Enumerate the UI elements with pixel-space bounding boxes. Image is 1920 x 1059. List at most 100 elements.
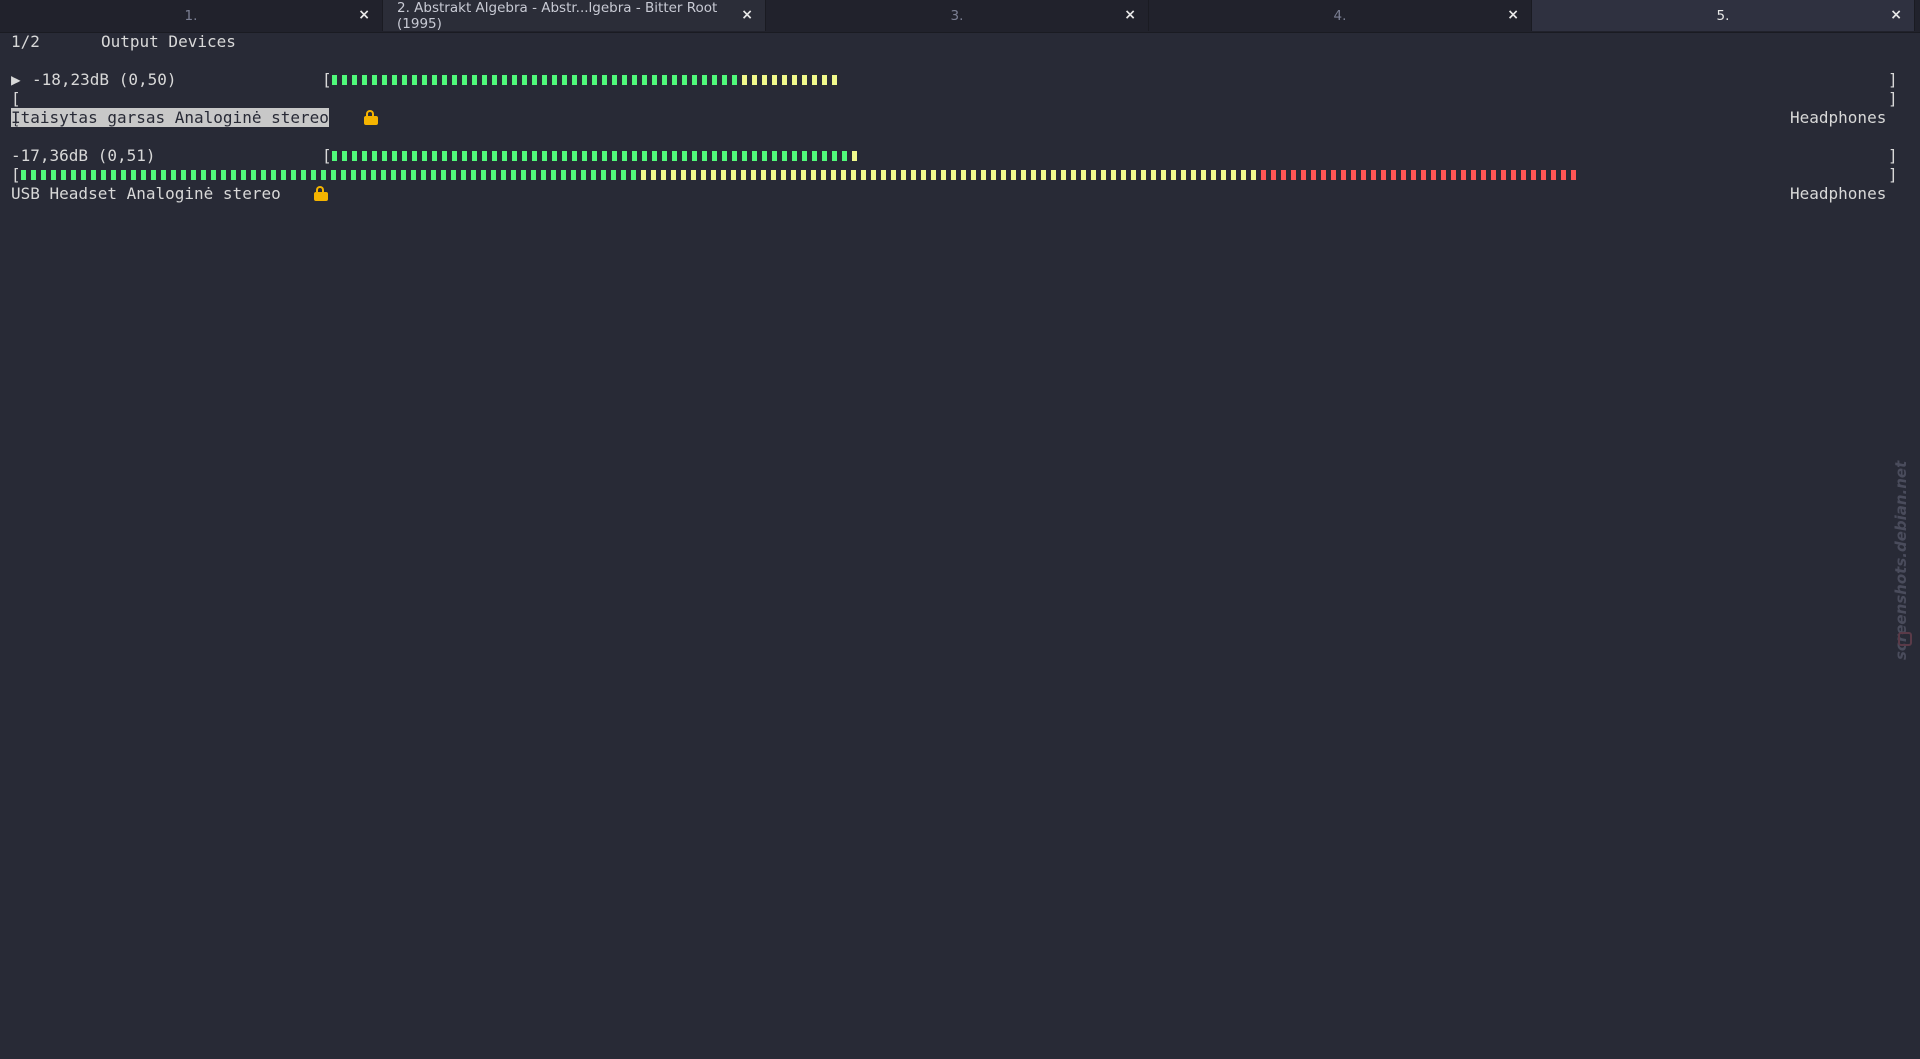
close-icon[interactable]: × — [1507, 7, 1519, 23]
meter-segment — [492, 151, 497, 161]
meter-segment — [71, 170, 76, 180]
meter-segment — [662, 75, 667, 85]
meter-segment — [1551, 170, 1556, 180]
meter-segment — [792, 151, 797, 161]
close-icon[interactable]: × — [741, 7, 753, 23]
meter-segment — [672, 75, 677, 85]
meter-segment — [51, 170, 56, 180]
meter-segment — [622, 151, 627, 161]
meter-segment — [522, 151, 527, 161]
meter-segment — [1561, 170, 1566, 180]
meter-segment — [1131, 170, 1136, 180]
meter-segment — [1291, 170, 1296, 180]
meter-segment — [772, 151, 777, 161]
meter-segment — [742, 151, 747, 161]
meter-segment — [1401, 170, 1406, 180]
meter-segment — [1341, 170, 1346, 180]
meter-segment — [462, 75, 467, 85]
lock-icon[interactable] — [314, 186, 328, 201]
meter-segment — [1211, 170, 1216, 180]
meter-segment — [722, 151, 727, 161]
meter-segment — [1051, 170, 1056, 180]
meter-segment — [171, 170, 176, 180]
meter-segment — [621, 170, 626, 180]
tab-4[interactable]: 4. × — [1149, 0, 1532, 31]
tab-1[interactable]: 1. × — [0, 0, 383, 31]
tab-5[interactable]: 5. × — [1532, 0, 1915, 31]
meter-segment — [822, 151, 827, 161]
meter-segment — [801, 170, 806, 180]
meter-segment — [1301, 170, 1306, 180]
meter-segment — [592, 151, 597, 161]
meter-segment — [752, 75, 757, 85]
meter-segment — [851, 170, 856, 180]
meter-segment — [961, 170, 966, 180]
close-icon[interactable]: × — [1890, 7, 1902, 23]
meter-segment — [402, 151, 407, 161]
device-name: Įtaisytas garsas Analoginė stereo — [11, 108, 329, 127]
meter-segment — [1251, 170, 1256, 180]
meter-segment — [611, 170, 616, 180]
meter-segment — [581, 170, 586, 180]
meter-segment — [311, 170, 316, 180]
volume-meter[interactable] — [332, 146, 1884, 165]
meter-segment — [91, 170, 96, 180]
device-name: USB Headset Analoginė stereo — [11, 184, 281, 203]
meter-segment — [482, 75, 487, 85]
close-icon[interactable]: × — [1124, 7, 1136, 23]
meter-segment — [842, 151, 847, 161]
tab-label: 3. — [950, 7, 964, 24]
selection-marker: ▶ — [11, 70, 21, 89]
meter-segment — [612, 151, 617, 161]
peak-meter — [21, 89, 1581, 108]
meter-segment — [181, 170, 186, 180]
volume-meter[interactable] — [332, 70, 1884, 89]
meter-segment — [841, 170, 846, 180]
meter-bracket-open: [ — [322, 146, 332, 165]
meter-segment — [742, 75, 747, 85]
meter-segment — [702, 151, 707, 161]
meter-segment — [1571, 170, 1576, 180]
meter-segment — [971, 170, 976, 180]
meter-segment — [712, 151, 717, 161]
meter-segment — [1311, 170, 1316, 180]
meter-segment — [811, 170, 816, 180]
meter-segment — [642, 75, 647, 85]
meter-segment — [1391, 170, 1396, 180]
meter-segment — [1481, 170, 1486, 180]
meter-segment — [392, 75, 397, 85]
close-icon[interactable]: × — [358, 7, 370, 23]
meter-segment — [1231, 170, 1236, 180]
meter-segment — [1141, 170, 1146, 180]
meter-segment — [782, 75, 787, 85]
meter-segment — [712, 75, 717, 85]
meter-segment — [1421, 170, 1426, 180]
meter-segment — [331, 170, 336, 180]
meter-segment — [1381, 170, 1386, 180]
tab-label: 2. Abstrakt Algebra - Abstr...lgebra - B… — [397, 0, 718, 32]
tab-bar: 1. × 2. Abstrakt Algebra - Abstr...lgebr… — [0, 0, 1920, 33]
meter-segment — [402, 75, 407, 85]
meter-segment — [502, 75, 507, 85]
lock-icon[interactable] — [364, 110, 378, 125]
meter-segment — [472, 151, 477, 161]
meter-segment — [301, 170, 306, 180]
meter-segment — [1081, 170, 1086, 180]
meter-segment — [701, 170, 706, 180]
meter-segment — [762, 151, 767, 161]
tab-3[interactable]: 3. × — [766, 0, 1149, 31]
meter-segment — [572, 151, 577, 161]
meter-segment — [852, 151, 857, 161]
meter-segment — [61, 170, 66, 180]
meter-segment — [251, 170, 256, 180]
meter-segment — [1241, 170, 1246, 180]
tab-label: 4. — [1333, 7, 1347, 24]
meter-segment — [512, 151, 517, 161]
tab-2[interactable]: 2. Abstrakt Algebra - Abstr...lgebra - B… — [383, 0, 766, 32]
meter-segment — [541, 170, 546, 180]
meter-segment — [362, 75, 367, 85]
meter-segment — [542, 151, 547, 161]
page-indicator: 1/2 — [11, 32, 40, 51]
meter-segment — [601, 170, 606, 180]
meter-segment — [1061, 170, 1066, 180]
